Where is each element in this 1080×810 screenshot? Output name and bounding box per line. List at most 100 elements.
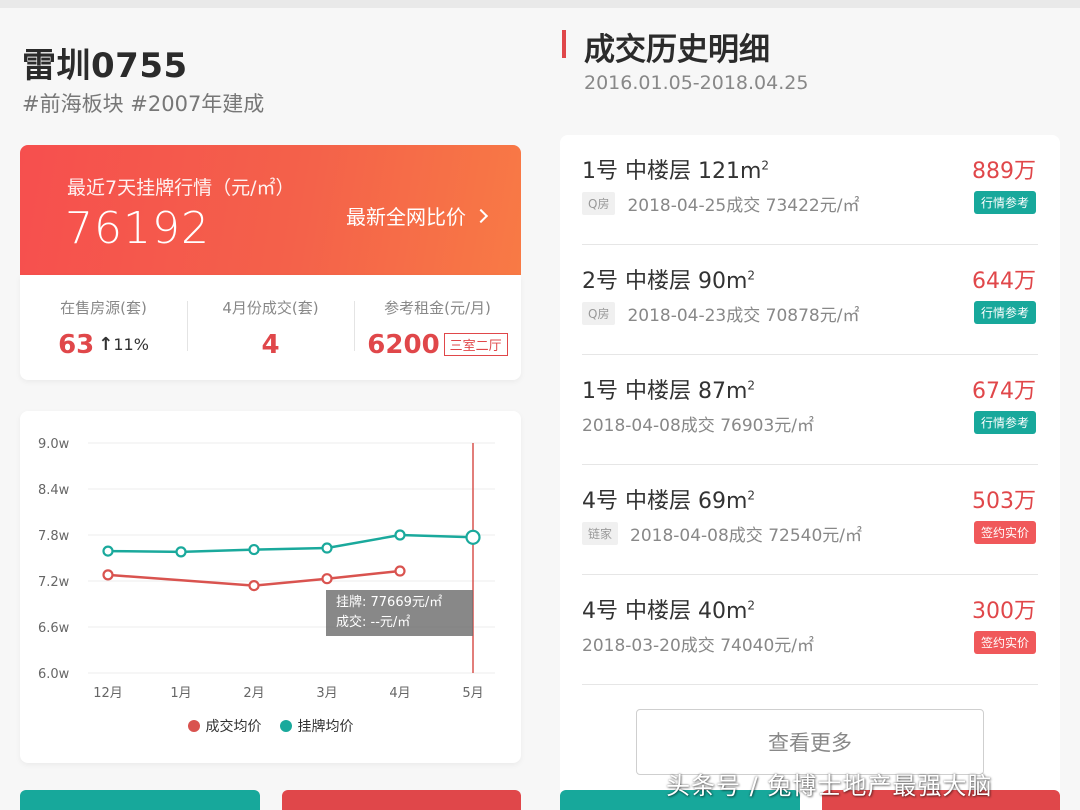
deal-meta-text: 2018-04-25成交 73422元/㎡: [627, 196, 860, 216]
x-tick-label: 2月: [243, 686, 264, 701]
deal-meta: Q房 2018-04-23成交 70878元/㎡: [582, 301, 859, 326]
deal-meta-text: 2018-04-08成交 76903元/㎡: [582, 416, 815, 436]
deal-price: 674万: [972, 379, 1036, 404]
deal-meta: 链家 2018-04-08成交 72540元/㎡: [582, 521, 862, 546]
room-type-badge: 三室二厅: [443, 333, 508, 356]
x-tick-label: 12月: [93, 686, 123, 701]
compare-link-label: 最新全网比价: [346, 205, 466, 229]
deal-title: 2号 中楼层 90m2: [582, 268, 756, 294]
series-line-1: [107, 533, 474, 554]
series-point: [102, 545, 114, 557]
list-item[interactable]: 1号 中楼层 121m2 889万 Q房 2018-04-25成交 73422元…: [582, 135, 1038, 245]
deal-meta: Q房 2018-04-25成交 73422元/㎡: [582, 191, 859, 216]
section-accent-bar: [562, 30, 566, 58]
legend-item-list[interactable]: 挂牌均价: [279, 716, 354, 736]
y-tick-label: 8.4w: [38, 483, 70, 498]
legend-label-list: 挂牌均价: [297, 719, 354, 735]
watermark-text: 头条号 / 兔博士地产最强大脑: [666, 772, 993, 800]
stat-change: ↑ 11%: [98, 334, 149, 355]
chevron-right-icon: [473, 208, 489, 223]
deal-tag: 签约实价: [973, 631, 1036, 654]
deal-meta: 2018-04-08成交 76903元/㎡: [582, 411, 814, 436]
x-tick-label: 4月: [389, 686, 410, 701]
deal-meta-text: 2018-04-08成交 72540元/㎡: [630, 526, 863, 546]
deal-title: 1号 中楼层 121m2: [582, 158, 770, 184]
arrow-up-icon: ↑: [98, 334, 114, 355]
series-point: [248, 543, 260, 556]
stat-label: 参考租金(元/月): [384, 298, 491, 317]
source-tag: Q房: [582, 302, 616, 325]
deal-tag: 签约实价: [973, 521, 1036, 544]
deal-meta-text: 2018-03-20成交 74040元/㎡: [582, 636, 815, 656]
deal-price: 503万: [972, 489, 1036, 514]
x-tick-label: 1月: [170, 686, 191, 701]
deal-tag: 行情参考: [973, 411, 1036, 434]
x-tick-label: 5月: [462, 686, 483, 701]
series-point: [102, 569, 114, 581]
list-item[interactable]: 1号 中楼层 87m2 674万 2018-04-08成交 76903元/㎡ 行…: [582, 355, 1038, 465]
stat-monthly-deals: 4月份成交(套) 4: [187, 293, 354, 363]
tooltip-line-list: 挂牌: 77669元/㎡: [336, 595, 443, 610]
deal-meta-text: 2018-04-23成交 70878元/㎡: [627, 306, 860, 326]
deal-history-list: 1号 中楼层 121m2 889万 Q房 2018-04-25成交 73422元…: [560, 135, 1060, 810]
legend-label-deal: 成交均价: [205, 719, 262, 735]
deal-title: 4号 中楼层 40m2: [582, 598, 756, 624]
legend-dot-list: [279, 720, 292, 732]
deal-title: 1号 中楼层 87m2: [582, 378, 756, 404]
bottom-button-teal[interactable]: [20, 790, 260, 810]
y-tick-label: 9.0w: [38, 437, 70, 452]
deal-price: 889万: [972, 159, 1036, 184]
right-panel: 成交历史明细 2016.01.05-2018.04.25 1号 中楼层 121m…: [540, 8, 1080, 810]
deal-meta: 2018-03-20成交 74040元/㎡: [582, 631, 814, 656]
deal-tag: 行情参考: [973, 301, 1036, 324]
series-point: [321, 542, 333, 554]
property-name: 雷圳0755: [22, 46, 188, 86]
legend-dot-deal: [187, 720, 200, 732]
stats-card: 在售房源(套) 63 ↑ 11% 4月份成交(套) 4 参考租金(元/月) 62…: [20, 275, 521, 380]
legend-item-deal[interactable]: 成交均价: [187, 716, 262, 736]
stat-value: 6200: [367, 329, 440, 360]
chart-tooltip: 挂牌: 77669元/㎡ 成交: --元/㎡: [326, 590, 473, 636]
section-title: 成交历史明细: [584, 32, 770, 68]
series-point: [321, 573, 333, 585]
property-tags: #前海板块 #2007年建成: [22, 92, 265, 116]
y-tick-label: 7.2w: [38, 575, 70, 590]
chart-svg: 9.0w 8.4w 7.8w 7.2w 6.6w 6.0w 12月 1月 2月 3月 4月 5月: [38, 437, 495, 701]
stat-value: 4: [261, 329, 280, 360]
price-card: 最近7天挂牌行情（元/㎡） 76192 最新全网比价: [20, 145, 521, 275]
price-value: 76192: [65, 203, 210, 254]
stat-rent: 参考租金(元/月) 6200 三室二厅: [354, 293, 521, 363]
top-strip: [0, 0, 1080, 8]
deal-title: 4号 中楼层 69m2: [582, 488, 756, 514]
x-tick-label: 3月: [316, 686, 337, 701]
series-point: [394, 529, 406, 541]
chart-legend: 成交均价 挂牌均价: [20, 716, 521, 736]
bottom-button-red[interactable]: [282, 790, 521, 810]
left-panel: 雷圳0755 #前海板块 #2007年建成 最近7天挂牌行情（元/㎡） 7619…: [0, 8, 540, 810]
list-item[interactable]: 2号 中楼层 90m2 644万 Q房 2018-04-23成交 70878元/…: [582, 245, 1038, 355]
stat-label: 4月份成交(套): [222, 298, 319, 317]
deal-price: 300万: [972, 599, 1036, 624]
source-tag: 链家: [582, 522, 619, 545]
series-point: [175, 546, 187, 558]
price-label: 最近7天挂牌行情（元/㎡）: [67, 177, 295, 199]
price-trend-chart[interactable]: 9.0w 8.4w 7.8w 7.2w 6.6w 6.0w 12月 1月 2月 3月 4月 5月 挂牌…: [20, 411, 521, 763]
list-item[interactable]: 4号 中楼层 40m2 300万 2018-03-20成交 74040元/㎡ 签…: [582, 575, 1038, 685]
stat-value: 63: [58, 329, 95, 360]
y-tick-label: 6.6w: [38, 621, 70, 636]
y-tick-label: 7.8w: [38, 529, 70, 544]
stat-label: 在售房源(套): [60, 298, 147, 317]
deal-price: 644万: [972, 269, 1036, 294]
section-date-range: 2016.01.05-2018.04.25: [584, 72, 809, 94]
source-tag: Q房: [582, 192, 616, 215]
stat-on-sale: 在售房源(套) 63 ↑ 11%: [20, 293, 187, 363]
tooltip-line-deal: 成交: --元/㎡: [336, 615, 411, 630]
deal-tag: 行情参考: [973, 191, 1036, 214]
list-item[interactable]: 4号 中楼层 69m2 503万 链家 2018-04-08成交 72540元/…: [582, 465, 1038, 575]
compare-link[interactable]: 最新全网比价: [346, 201, 489, 230]
stat-change-value: 11%: [113, 335, 149, 354]
y-tick-label: 6.0w: [38, 667, 70, 682]
series-point: [394, 565, 406, 577]
series-point: [465, 529, 481, 545]
series-point: [248, 580, 260, 592]
